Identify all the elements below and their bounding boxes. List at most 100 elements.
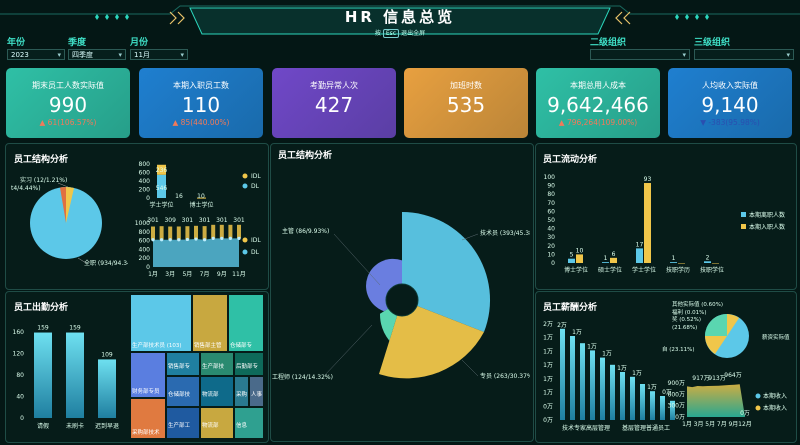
org3-select[interactable]: ▾ (694, 49, 794, 60)
data-label: 93 (644, 176, 652, 183)
kpi-title: 加班时数 (450, 81, 482, 90)
kpi-card: 加班时数 535 (404, 68, 528, 138)
y-tick: 200 (139, 187, 151, 194)
data-label: 1万 (602, 351, 612, 358)
data-label: 5 (570, 252, 574, 259)
pie-label: 全职 (934/94.34%) (84, 259, 128, 267)
month-select[interactable]: 11月 ▾ (130, 49, 188, 60)
data-label: 1万 (572, 329, 582, 336)
rose-chart: 主管 (86/9.93%) 技术员 (393/45.38%) 专员 (263/3… (272, 212, 530, 381)
y-tick: 120 (13, 351, 25, 358)
legend-marker (755, 393, 761, 399)
salary-bar (560, 328, 565, 420)
x-tick: 基层管理普通员工 (622, 424, 670, 432)
y-tick: 80 (16, 372, 24, 379)
data-label: 913万 (708, 375, 725, 382)
x-tick: 9月 (728, 421, 738, 428)
data-label: 10 (197, 193, 205, 200)
x-tick: 学士学位 (632, 266, 656, 274)
flow-chart: 1009080706050403020100510博士学位16硕士学位1793学… (544, 174, 785, 274)
bar-idl (176, 226, 181, 240)
salary-bar (580, 343, 585, 420)
legend-marker (741, 224, 746, 229)
data-label: 109 (101, 351, 113, 358)
kpi-title: 人均收入实际值 (702, 81, 758, 90)
edu-bar-chart: 0200 400600 800 学士学位 博士学位 236 546 16 10 IDL DL (139, 161, 262, 209)
bar-idl (219, 224, 224, 239)
data-label: 1万 (617, 365, 627, 372)
x-tick: 请假 (37, 422, 49, 430)
treemap-cell: 财务部专员 (130, 352, 166, 398)
quarter-select[interactable]: 四季度 ▾ (68, 49, 126, 60)
data-label: 301 (216, 217, 228, 224)
y-tick: 1万 (543, 376, 553, 383)
salary-bar (590, 350, 595, 420)
treemap-cell: 仓储部技 (166, 376, 200, 407)
bar-idl (194, 225, 198, 240)
y-tick: 10 (547, 251, 555, 258)
chevron-down-icon: ▾ (786, 51, 790, 59)
y-tick: 1万 (543, 348, 553, 355)
kpi-change: ▲ 85(440.00%) (172, 118, 230, 127)
treemap-cell: 生产部技 (200, 352, 234, 376)
salary-bar (610, 364, 615, 420)
kpi-change: ▲ 61(106.57%) (39, 118, 97, 127)
y-tick: 40 (547, 226, 555, 233)
point-dl (160, 238, 164, 242)
page-title: HR 信息总览 (344, 8, 456, 26)
y-tick: 200 (139, 255, 151, 262)
legend-label: 本期收入 (763, 392, 787, 400)
treemap-cell: 采购部技术 (130, 398, 166, 439)
pie-label: 实习 (12/1.21%) (20, 176, 67, 184)
legend-label: IDL (251, 173, 261, 180)
pie-label: t4/4.44%) (11, 185, 41, 192)
y-tick: 1万 (543, 335, 553, 342)
legend-marker (242, 183, 248, 189)
bar-idl (211, 224, 216, 239)
chevron-down-icon: ▾ (682, 51, 686, 59)
x-tick: 1月 (682, 421, 692, 428)
x-tick: 迟到早退 (95, 422, 119, 430)
y-tick: 2万 (543, 321, 553, 328)
kpi-value: 9,642,466 (547, 93, 649, 117)
data-label: 0万 (740, 410, 750, 417)
point-dl (185, 237, 189, 242)
treemap-cell: 仓储部专 (228, 294, 264, 352)
y-tick: 60 (547, 208, 555, 215)
rose-label: 工程师 (124/14.32%) (272, 373, 333, 381)
point-dl (211, 236, 215, 240)
bar-leave (704, 261, 711, 263)
legend-label: 本期离职人数 (749, 211, 785, 219)
year-label: 年份 (7, 38, 26, 48)
y-tick: 0万 (675, 414, 685, 421)
x-tick: 5月 (705, 421, 715, 428)
treemap-cell: 物流部 (200, 376, 234, 407)
salary-area-chart: 900万600万300万0万917万913万964万0万1月 3月 5月 7月 9月 12… (668, 372, 787, 428)
legend-label: DL (251, 249, 260, 256)
treemap-cell: 信息 (234, 407, 264, 439)
y-tick: 80 (547, 191, 555, 198)
salary-bar (650, 391, 655, 420)
kpi-card: 考勤异常人次 427 (272, 68, 396, 138)
x-tick: 3月 (694, 421, 704, 428)
month-chart: 10008006004002000301 309 301 301 301 3011月 3月 5… (135, 217, 262, 278)
salary-bar (600, 357, 605, 420)
treemap-cell: 生产部技术员 (103) (130, 294, 192, 352)
header: HR 信息总览 按 Esc 退出全屏 (190, 6, 610, 38)
legend-label: DL (251, 183, 260, 190)
rose-label: 技术员 (393/45.38%) (480, 229, 530, 237)
org2-select[interactable]: ▾ (590, 49, 690, 60)
y-tick: 800 (139, 161, 151, 168)
y-tick: 70 (547, 200, 555, 207)
year-select[interactable]: 2023 ▾ (7, 49, 65, 60)
data-label: 309 (164, 217, 176, 224)
x-tick: 技术专家高层管理 (562, 424, 610, 432)
kpi-change: ▼ -383(95.98%) (700, 118, 760, 127)
data-label: 159 (37, 325, 49, 332)
x-tick: 5月 (182, 271, 192, 278)
kpi-card: 人均收入实际值 9,140 ▼ -383(95.98%) (668, 68, 792, 138)
y-tick: 900万 (668, 380, 685, 387)
x-tick: 未刷卡 (66, 422, 84, 430)
bar-idl (185, 226, 190, 240)
kpi-card: 本期入职员工数 110 ▲ 85(440.00%) (139, 68, 263, 138)
